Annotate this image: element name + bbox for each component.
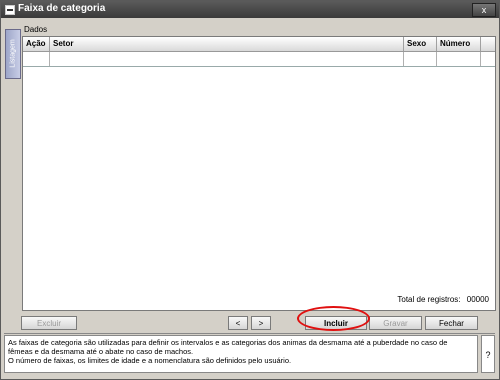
close-button[interactable]: x	[472, 3, 496, 17]
next-button[interactable]: >	[251, 316, 271, 330]
title-bar: Faixa de categoria x	[1, 1, 499, 18]
previous-button[interactable]: <	[228, 316, 248, 330]
column-header-numero[interactable]: Número	[437, 37, 481, 51]
side-tabstrip: Listagem	[5, 26, 21, 330]
gravar-button[interactable]: Gravar	[369, 316, 422, 330]
fechar-button[interactable]: Fechar	[425, 316, 478, 330]
tab-listagem[interactable]: Listagem	[5, 29, 21, 79]
info-text-1: As faixas de categoria são utilizadas pa…	[8, 338, 448, 356]
table-cell[interactable]	[437, 52, 481, 66]
help-button[interactable]: ?	[481, 335, 495, 373]
data-grid[interactable]: Ação Setor Sexo Número	[22, 36, 496, 311]
divider	[4, 333, 495, 334]
info-box: As faixas de categoria são utilizadas pa…	[4, 335, 478, 373]
content-panel: Dados Ação Setor Sexo Número	[20, 21, 496, 311]
info-text-2: O número de faixas, os limites de idade …	[8, 356, 292, 365]
table-cell[interactable]	[50, 52, 404, 66]
table-cell[interactable]	[23, 52, 50, 66]
column-header-acao[interactable]: Ação	[23, 37, 50, 51]
button-bar: Excluir < > Incluir Gravar Fechar	[4, 313, 496, 333]
tab-listagem-label: Listagem	[9, 39, 17, 68]
table-row[interactable]	[23, 52, 495, 67]
excluir-button[interactable]: Excluir	[21, 316, 77, 330]
section-label: Dados	[24, 25, 48, 34]
window: Faixa de categoria x Listagem Dados Ação…	[0, 0, 500, 380]
window-menu-icon[interactable]	[5, 5, 15, 15]
column-header-sexo[interactable]: Sexo	[404, 37, 437, 51]
table-cell[interactable]	[404, 52, 437, 66]
grid-header: Ação Setor Sexo Número	[23, 37, 495, 52]
highlight-circle	[297, 306, 370, 331]
total-label: Total de registros:	[397, 295, 461, 304]
total-value: 00000	[466, 295, 489, 304]
window-title: Faixa de categoria	[18, 3, 106, 14]
column-header-setor[interactable]: Setor	[50, 37, 404, 51]
total-records: Total de registros: 00000	[397, 295, 489, 304]
